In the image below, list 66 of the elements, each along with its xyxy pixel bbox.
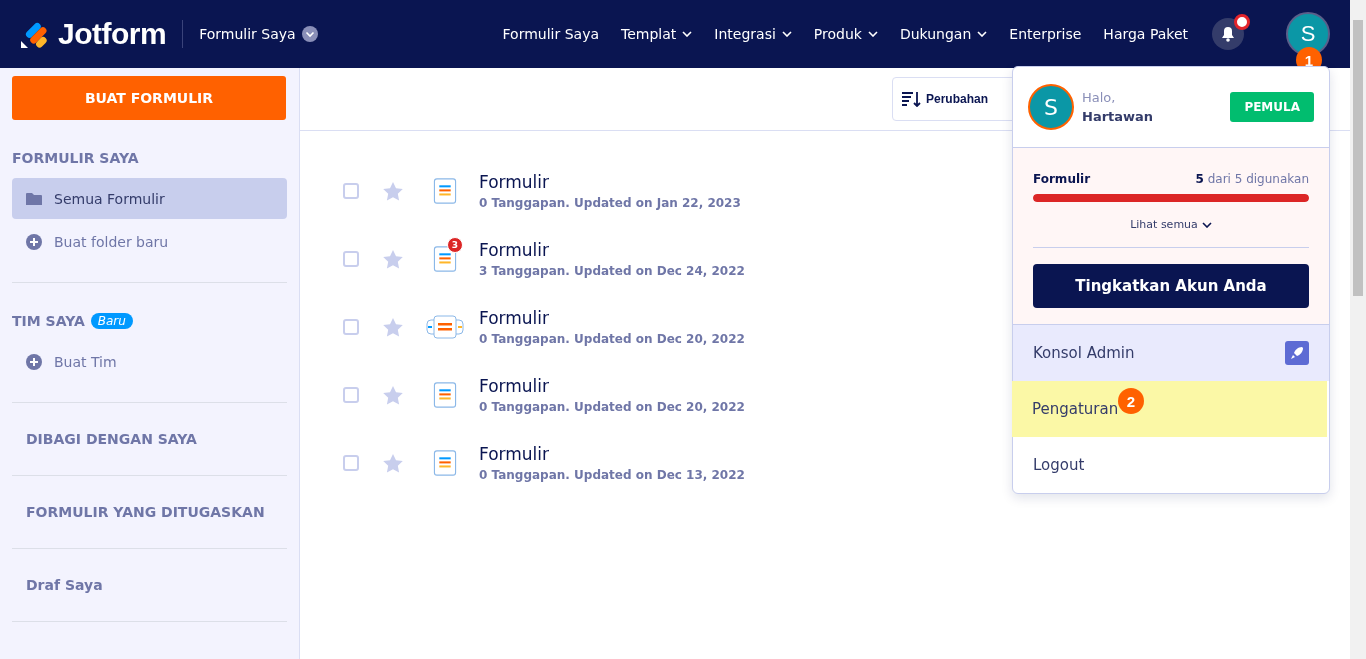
chevron-down-icon[interactable] [301,26,318,42]
section-title: TIM SAYA [12,313,85,329]
form-meta: 0 Tanggapan. Updated on Dec 20, 2022 [479,400,745,414]
nav-link[interactable]: Enterprise [1009,26,1082,42]
app-form-icon [426,315,464,339]
form-title[interactable]: Formulir [479,172,741,192]
form-meta: 0 Tanggapan. Updated on Dec 13, 2022 [479,468,745,482]
star-icon[interactable] [383,453,403,473]
checkbox[interactable] [343,387,359,403]
usage-count: 5 dari 5 digunakan [1195,172,1309,186]
see-all-link[interactable]: Lihat semua [1033,202,1309,248]
response-count-badge: 3 [447,237,463,253]
step-marker: 2 [1118,388,1144,414]
checkbox[interactable] [343,319,359,335]
nav-link[interactable]: Produk [813,26,878,42]
form-icon [432,243,458,275]
form-title[interactable]: Formulir [479,308,745,328]
form-icon [432,175,458,207]
checkbox[interactable] [343,183,359,199]
sidebar-item[interactable]: Buat folder baru [12,221,287,262]
sidebar-item[interactable]: Semua Formulir [12,178,287,219]
menu-item[interactable]: Pengaturan 2 [1012,381,1327,437]
star-icon[interactable] [383,317,403,337]
workspace-title: Formulir Saya [199,26,296,42]
sidebar-item[interactable]: Buat Tim [12,341,287,382]
user-name: Hartawan [1082,109,1154,124]
sidebar-link[interactable]: FORMULIR YANG DITUGASKAN [12,476,287,549]
plus-circle-icon [26,353,42,370]
menu-item[interactable]: Logout [1013,437,1329,493]
plan-badge: PEMULA [1230,92,1314,122]
usage-label: Formulir [1033,172,1091,186]
bell-icon [1221,26,1235,42]
nav-link[interactable]: Integrasi [714,26,792,42]
chevron-down-icon [1201,221,1212,228]
menu-item[interactable]: Konsol Admin [1013,325,1329,381]
greeting: Halo, [1082,90,1117,105]
form-icon [432,447,458,479]
avatar-button[interactable]: S [1286,12,1330,56]
nav-link[interactable]: Harga Paket [1103,26,1188,42]
notification-button[interactable] [1212,18,1244,50]
nav-link[interactable]: Dukungan [899,26,988,42]
nav-link[interactable]: Formulir Saya [502,26,600,42]
logo-text: Jotform [58,17,167,51]
section-title: FORMULIR SAYA [12,150,139,166]
folder-icon [26,191,42,206]
form-meta: 3 Tanggapan. Updated on Dec 24, 2022 [479,264,745,278]
checkbox[interactable] [343,455,359,471]
form-title[interactable]: Formulir [479,240,745,260]
rocket-icon [1285,341,1309,365]
sidebar-link[interactable]: Draf Saya [12,549,287,622]
form-meta: 0 Tanggapan. Updated on Jan 22, 2023 [479,196,741,210]
star-icon[interactable] [383,181,403,201]
sidebar-link[interactable]: DIBAGI DENGAN SAYA [12,403,287,476]
form-title[interactable]: Formulir [479,444,745,464]
star-icon[interactable] [383,249,403,269]
form-meta: 0 Tanggapan. Updated on Dec 20, 2022 [479,332,745,346]
sort-icon [901,91,921,107]
upgrade-button[interactable]: Tingkatkan Akun Anda [1033,264,1309,308]
plus-circle-icon [26,233,42,250]
avatar: S [1028,84,1074,130]
form-icon [432,379,458,411]
checkbox[interactable] [343,251,359,267]
star-icon[interactable] [383,385,403,405]
form-title[interactable]: Formulir [479,376,745,396]
nav-link[interactable]: Templat [621,26,693,42]
new-badge: Baru [90,313,133,329]
